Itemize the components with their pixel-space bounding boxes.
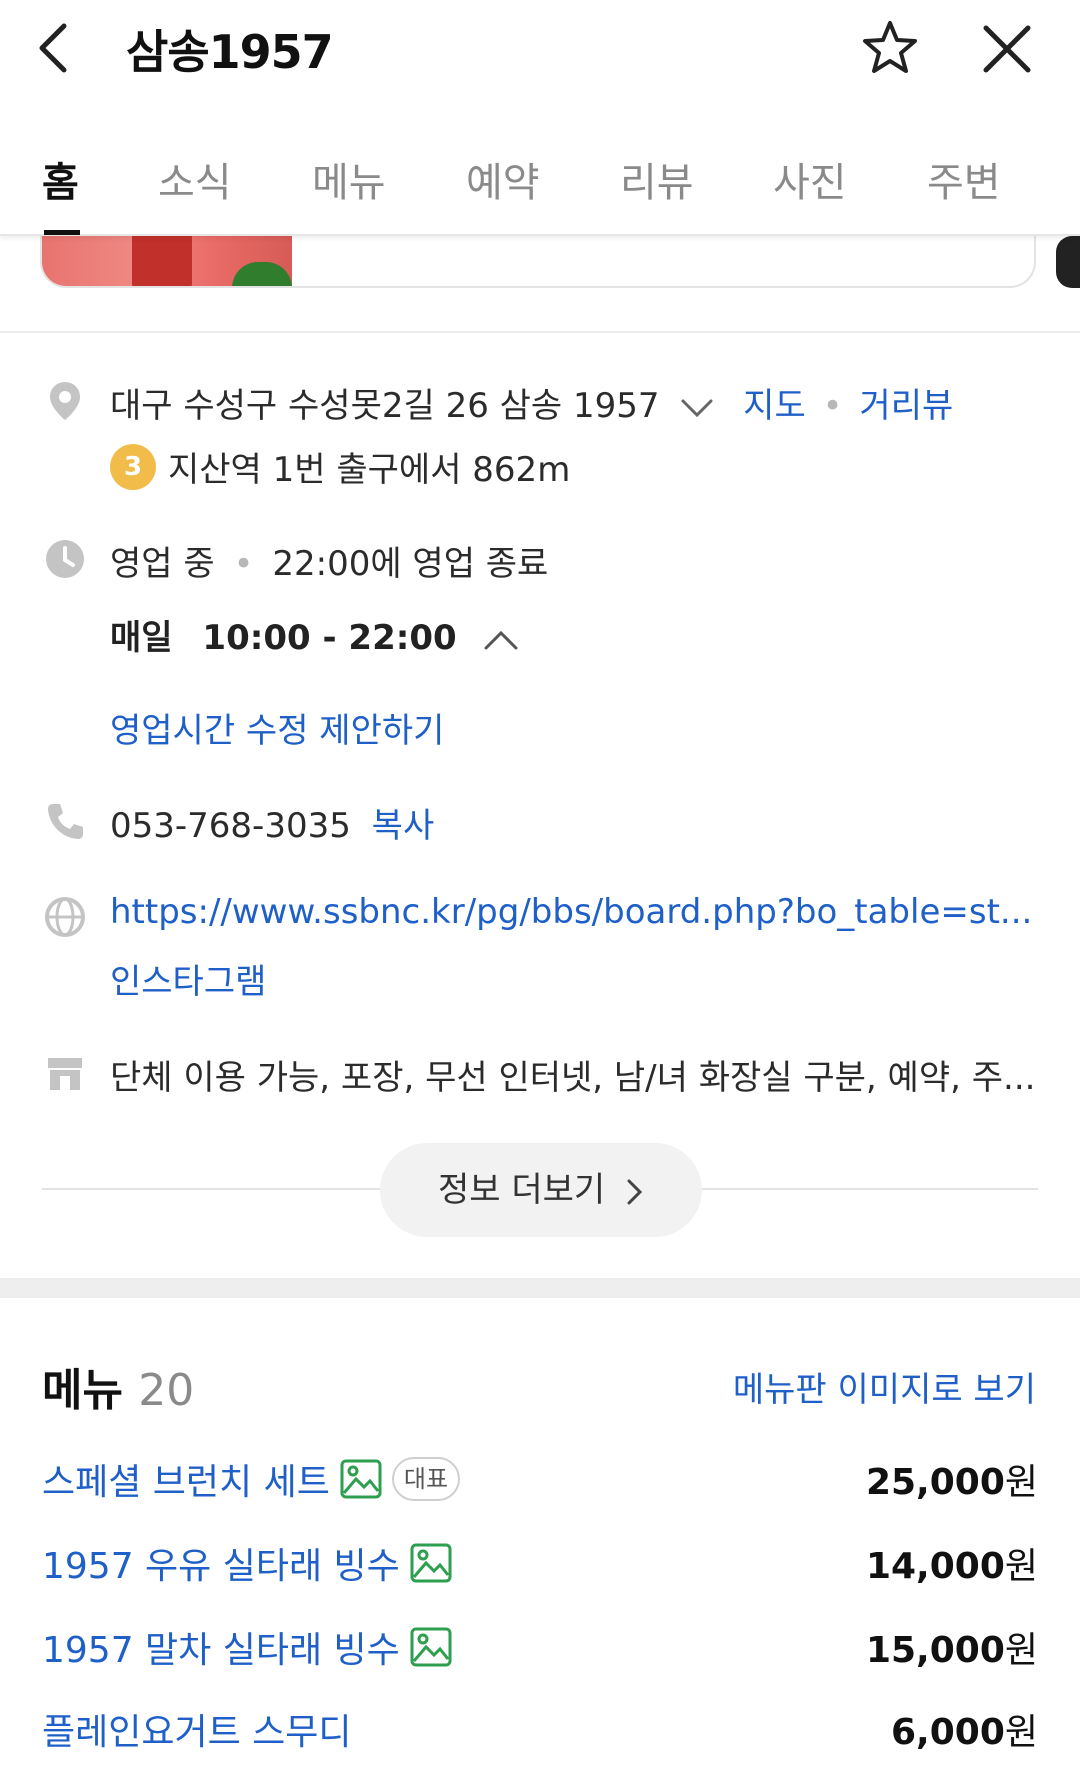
- subway-line-badge: 3: [110, 444, 156, 490]
- next-card-peek[interactable]: [1056, 236, 1080, 288]
- instagram-link[interactable]: 인스타그램: [110, 954, 266, 1003]
- more-info-section: 정보 더보기: [42, 1143, 1038, 1239]
- tab-reservation[interactable]: 예약: [466, 150, 540, 208]
- photo-icon: [340, 1459, 382, 1499]
- hours-row[interactable]: 매일 10:00 - 22:00: [110, 610, 519, 659]
- copy-phone-link[interactable]: 복사: [372, 806, 435, 846]
- tab-bar: 홈 소식 메뉴 예약 리뷰 사진 주변: [0, 130, 1080, 236]
- website-link[interactable]: https://www.ssbnc.kr/pg/bbs/board.php?bo…: [110, 892, 1040, 932]
- hours-time: 10:00 - 22:00: [202, 618, 457, 658]
- menu-item[interactable]: 스페셜 브런치 세트 대표 25,000원: [42, 1447, 1038, 1517]
- menu-item-name: 1957 말차 실타래 빙수: [42, 1630, 400, 1671]
- suggest-hours-link[interactable]: 영업시간 수정 제안하기: [110, 703, 444, 752]
- menu-item-name: 1957 우유 실타래 빙수: [42, 1546, 400, 1587]
- back-icon: [39, 23, 67, 73]
- open-status: 영업 중: [110, 544, 215, 584]
- menu-item-price: 25,000원: [865, 1462, 1038, 1503]
- phone-row: 053-768-3035 복사: [110, 798, 434, 847]
- tab-news[interactable]: 소식: [158, 150, 232, 208]
- menu-board-image-link[interactable]: 메뉴판 이미지로 보기: [733, 1362, 1036, 1411]
- menu-item-name: 플레인요거트 스무디: [42, 1712, 352, 1753]
- photo-icon: [410, 1543, 452, 1583]
- business-status-row: 영업 중 • 22:00에 영업 종료: [110, 544, 549, 584]
- amenities-text: 단체 이용 가능, 포장, 무선 인터넷, 남/녀 화장실 구분, 예약, 주.…: [110, 1058, 1036, 1098]
- hours-day: 매일: [110, 618, 173, 658]
- more-info-button[interactable]: 정보 더보기: [380, 1143, 702, 1237]
- menu-item[interactable]: 1957 말차 실타래 빙수 15,000원: [42, 1615, 1038, 1685]
- tab-nearby[interactable]: 주변: [927, 150, 1001, 208]
- phone-icon: [48, 804, 83, 839]
- star-icon: [863, 21, 917, 73]
- menu-item[interactable]: 1957 우유 실타래 빙수 14,000원: [42, 1531, 1038, 1601]
- menu-item-price: 6,000원: [891, 1712, 1038, 1753]
- menu-item-name: 스페셜 브런치 세트: [42, 1462, 330, 1503]
- active-tab-indicator: [44, 230, 80, 235]
- clock-icon: [46, 540, 84, 578]
- section-divider-thick: [0, 1278, 1080, 1298]
- menu-section-title: 메뉴 20: [42, 1365, 195, 1416]
- section-divider: [0, 331, 1080, 333]
- menu-count: 20: [138, 1365, 195, 1416]
- tab-review[interactable]: 리뷰: [620, 150, 694, 208]
- menu-item[interactable]: 플레인요거트 스무디 6,000원: [42, 1697, 1038, 1765]
- tab-menu[interactable]: 메뉴: [312, 150, 386, 208]
- close-button[interactable]: [980, 22, 1034, 76]
- address-text: 대구 수성구 수성못2길 26 삼송 1957: [110, 386, 660, 426]
- store-icon: [48, 1058, 82, 1090]
- globe-icon: [45, 897, 85, 937]
- page-title: 삼송1957: [126, 25, 334, 79]
- chevron-down-icon[interactable]: [680, 397, 714, 419]
- chevron-up-icon[interactable]: [483, 629, 519, 651]
- back-button[interactable]: [38, 20, 78, 76]
- menu-item-price: 15,000원: [865, 1630, 1038, 1671]
- street-view-link[interactable]: 거리뷰: [859, 386, 953, 426]
- menu-item-price: 14,000원: [865, 1546, 1038, 1587]
- location-pin-icon: [50, 382, 80, 420]
- app-header: 삼송1957: [0, 0, 1080, 96]
- close-icon: [983, 25, 1031, 73]
- representative-badge: 대표: [391, 1457, 461, 1501]
- chevron-right-icon: [627, 1179, 643, 1204]
- phone-number[interactable]: 053-768-3035: [110, 806, 351, 846]
- subway-direction: 지산역 1번 출구에서 862m: [168, 450, 571, 490]
- tab-home[interactable]: 홈: [42, 150, 79, 208]
- photo-icon: [410, 1627, 452, 1667]
- favorite-button[interactable]: [860, 18, 920, 78]
- map-link[interactable]: 지도: [743, 386, 806, 426]
- tab-photo[interactable]: 사진: [773, 150, 847, 208]
- address-row: 대구 수성구 수성못2길 26 삼송 1957 지도 • 거리뷰: [110, 378, 953, 427]
- close-time: 22:00에 영업 종료: [272, 544, 549, 584]
- separator-dot: •: [822, 386, 843, 426]
